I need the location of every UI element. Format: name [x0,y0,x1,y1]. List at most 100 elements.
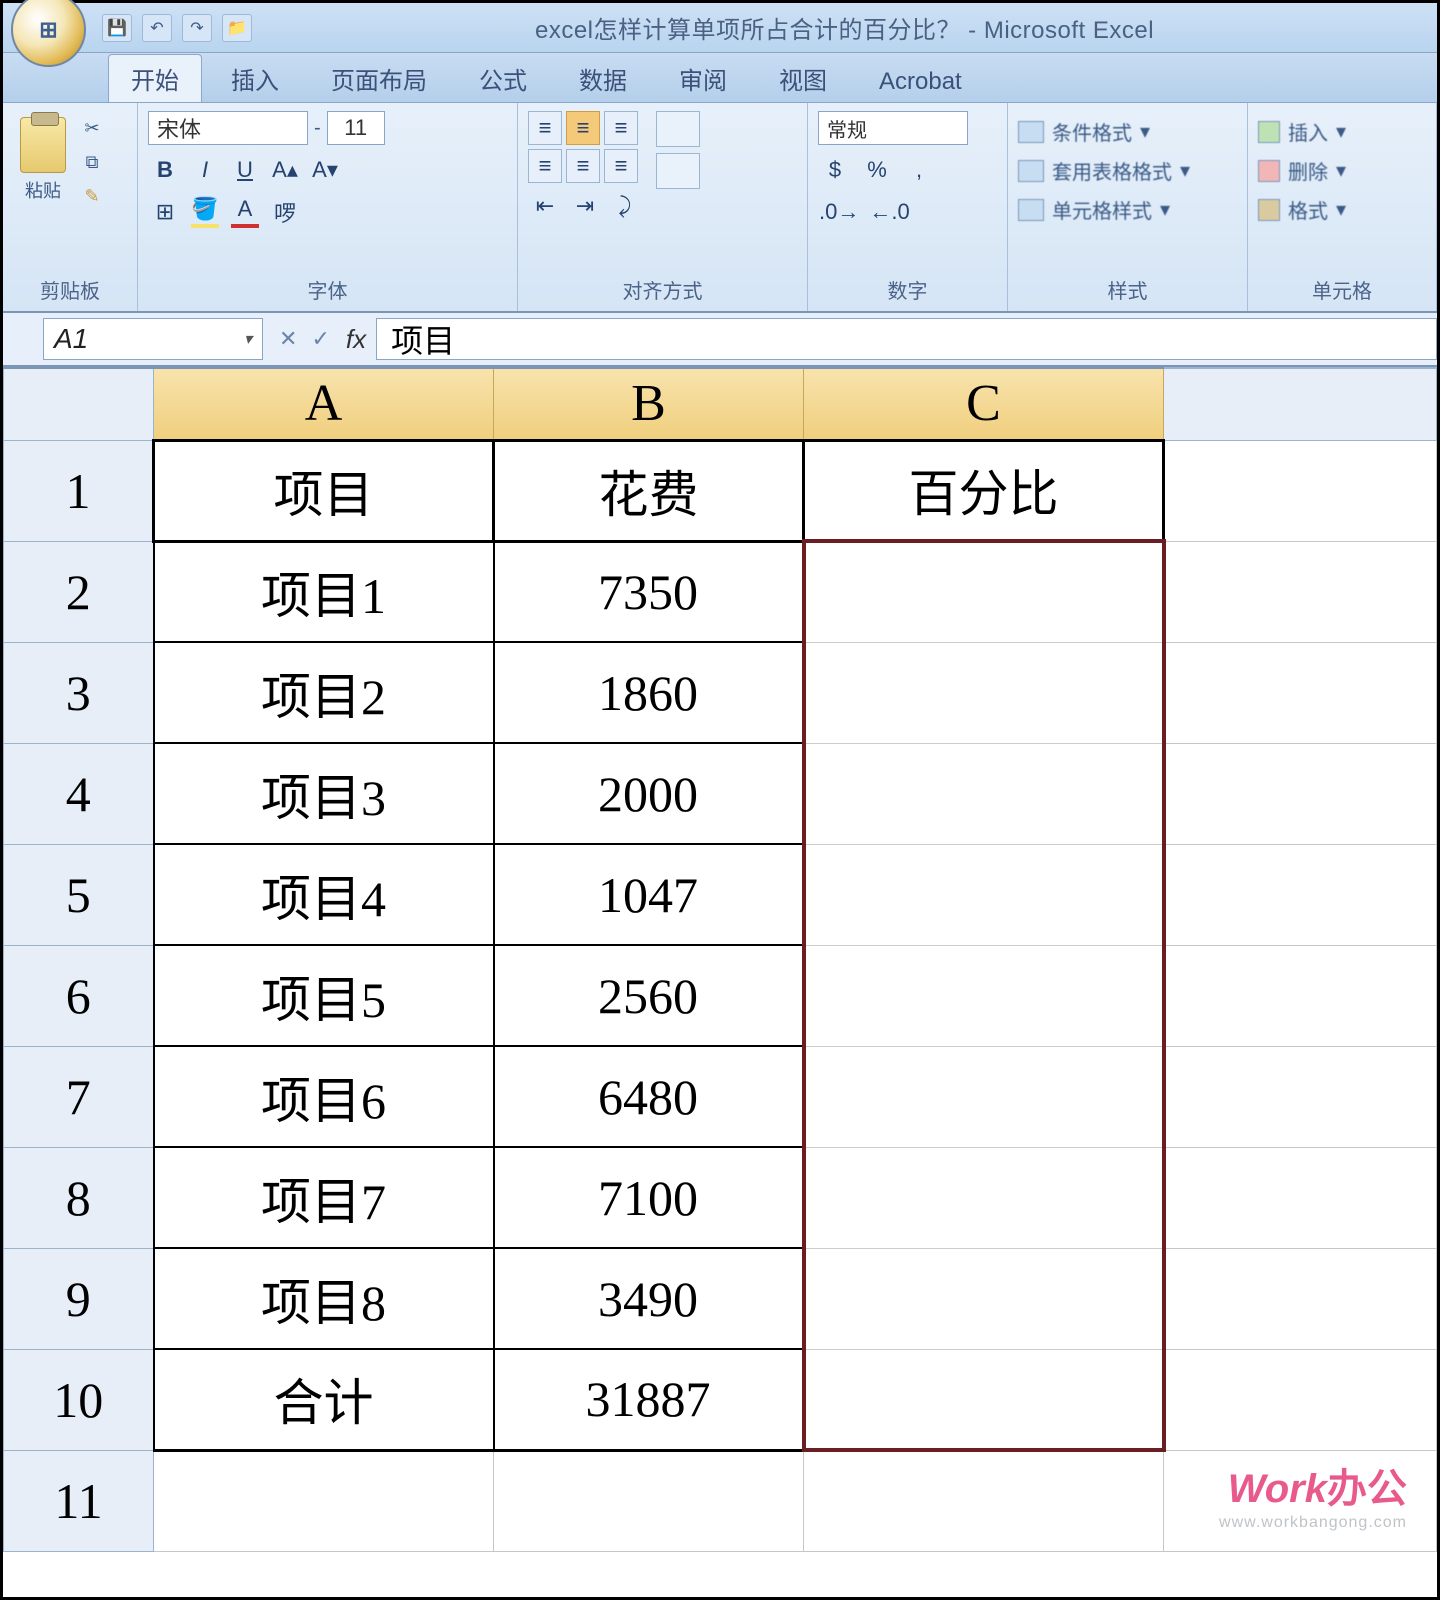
save-button[interactable]: 💾 [102,14,132,42]
worksheet-grid[interactable]: A B C 1 项目 花费 百分比 2 项目1 7350 3 项目2 1860 … [3,367,1437,1552]
cell-A6[interactable]: 项目5 [154,945,494,1046]
row-header-8[interactable]: 8 [4,1147,154,1248]
tab-acrobat[interactable]: Acrobat [856,61,985,102]
paste-button[interactable]: 粘贴 [13,111,73,241]
cell-B3[interactable]: 1860 [494,642,804,743]
format-as-table-button[interactable]: 套用表格格式 ▾ [1018,156,1190,185]
cell-A8[interactable]: 项目7 [154,1147,494,1248]
format-cells-button[interactable]: 格式 ▾ [1258,195,1346,224]
cell-C5[interactable] [804,844,1164,945]
cell-A2[interactable]: 项目1 [154,541,494,642]
font-name-combo[interactable]: 宋体 [148,111,308,145]
grow-font-button[interactable]: A▴ [268,153,302,187]
cell-pad[interactable] [1164,440,1437,541]
undo-button[interactable]: ↶ [142,14,172,42]
cell-C9[interactable] [804,1248,1164,1349]
borders-button[interactable]: ⊞ [148,195,182,229]
cell-C7[interactable] [804,1046,1164,1147]
phonetic-button[interactable]: 啰 [268,195,302,229]
redo-button[interactable]: ↷ [182,14,212,42]
shrink-font-button[interactable]: A▾ [308,153,342,187]
orientation-button[interactable]: ⤸ [608,189,642,223]
font-color-button[interactable]: A [228,195,262,229]
increase-decimal-button[interactable]: .0→ [818,195,860,229]
enter-formula-icon[interactable]: ✓ [311,326,329,352]
font-size-combo[interactable]: 11 [327,111,385,145]
fx-label[interactable]: fx [346,324,366,355]
cancel-formula-icon[interactable]: ✕ [279,326,297,352]
cell-A3[interactable]: 项目2 [154,642,494,743]
delete-cells-button[interactable]: 删除 ▾ [1258,156,1346,185]
name-box[interactable]: A1 ▾ [43,318,263,360]
align-bottom-left[interactable]: ≡ [528,149,562,183]
merge-center-button[interactable] [656,153,700,189]
cell-C6[interactable] [804,945,1164,1046]
col-header-pad[interactable] [1164,368,1437,440]
open-button[interactable]: 📁 [222,14,252,42]
cell-A1[interactable]: 项目 [154,440,494,541]
cell-pad[interactable] [1164,541,1437,642]
cell-pad[interactable] [1164,642,1437,743]
cell-pad[interactable] [1164,1349,1437,1450]
cell-C10[interactable] [804,1349,1164,1450]
number-format-combo[interactable]: 常规 [818,111,968,145]
cell-C8[interactable] [804,1147,1164,1248]
cell-pad[interactable] [1164,844,1437,945]
row-header-3[interactable]: 3 [4,642,154,743]
cell-styles-button[interactable]: 单元格样式 ▾ [1018,195,1190,224]
cell-B11[interactable] [494,1450,804,1551]
conditional-formatting-button[interactable]: 条件格式 ▾ [1018,117,1190,146]
cell-C2[interactable] [804,541,1164,642]
tab-insert[interactable]: 插入 [208,54,302,102]
cell-B7[interactable]: 6480 [494,1046,804,1147]
col-header-C[interactable]: C [804,368,1164,440]
name-box-dropdown-icon[interactable]: ▾ [244,329,252,349]
row-header-1[interactable]: 1 [4,440,154,541]
cell-A9[interactable]: 项目8 [154,1248,494,1349]
underline-button[interactable]: U [228,153,262,187]
increase-indent-button[interactable]: ⇥ [568,189,602,223]
cell-pad[interactable] [1164,743,1437,844]
cut-button[interactable] [79,115,105,141]
decrease-indent-button[interactable]: ⇤ [528,189,562,223]
row-header-11[interactable]: 11 [4,1450,154,1551]
currency-button[interactable]: $ [818,153,852,187]
cell-B8[interactable]: 7100 [494,1147,804,1248]
align-top-center[interactable]: ≡ [566,111,600,145]
cell-C4[interactable] [804,743,1164,844]
tab-home[interactable]: 开始 [108,54,202,102]
cell-C1[interactable]: 百分比 [804,440,1164,541]
cell-B6[interactable]: 2560 [494,945,804,1046]
comma-button[interactable]: , [902,153,936,187]
cell-B5[interactable]: 1047 [494,844,804,945]
copy-button[interactable] [79,149,105,175]
fill-color-button[interactable]: 🪣 [188,195,222,229]
tab-data[interactable]: 数据 [556,54,650,102]
tab-formulas[interactable]: 公式 [456,54,550,102]
row-header-5[interactable]: 5 [4,844,154,945]
cell-C11[interactable] [804,1450,1164,1551]
wrap-text-button[interactable] [656,111,700,147]
align-bottom-right[interactable]: ≡ [604,149,638,183]
select-all-corner[interactable] [4,368,154,440]
cell-pad[interactable] [1164,1248,1437,1349]
cell-pad[interactable] [1164,1147,1437,1248]
insert-cells-button[interactable]: 插入 ▾ [1258,117,1346,146]
col-header-A[interactable]: A [154,368,494,440]
cell-pad[interactable] [1164,1046,1437,1147]
row-header-10[interactable]: 10 [4,1349,154,1450]
cell-A7[interactable]: 项目6 [154,1046,494,1147]
percent-button[interactable]: % [860,153,894,187]
format-painter-button[interactable] [79,183,105,209]
cell-pad[interactable] [1164,945,1437,1046]
row-header-2[interactable]: 2 [4,541,154,642]
cell-A4[interactable]: 项目3 [154,743,494,844]
bold-button[interactable]: B [148,153,182,187]
cell-A10[interactable]: 合计 [154,1349,494,1450]
cell-B10[interactable]: 31887 [494,1349,804,1450]
row-header-6[interactable]: 6 [4,945,154,1046]
italic-button[interactable]: I [188,153,222,187]
align-top-right[interactable]: ≡ [604,111,638,145]
cell-B4[interactable]: 2000 [494,743,804,844]
row-header-7[interactable]: 7 [4,1046,154,1147]
